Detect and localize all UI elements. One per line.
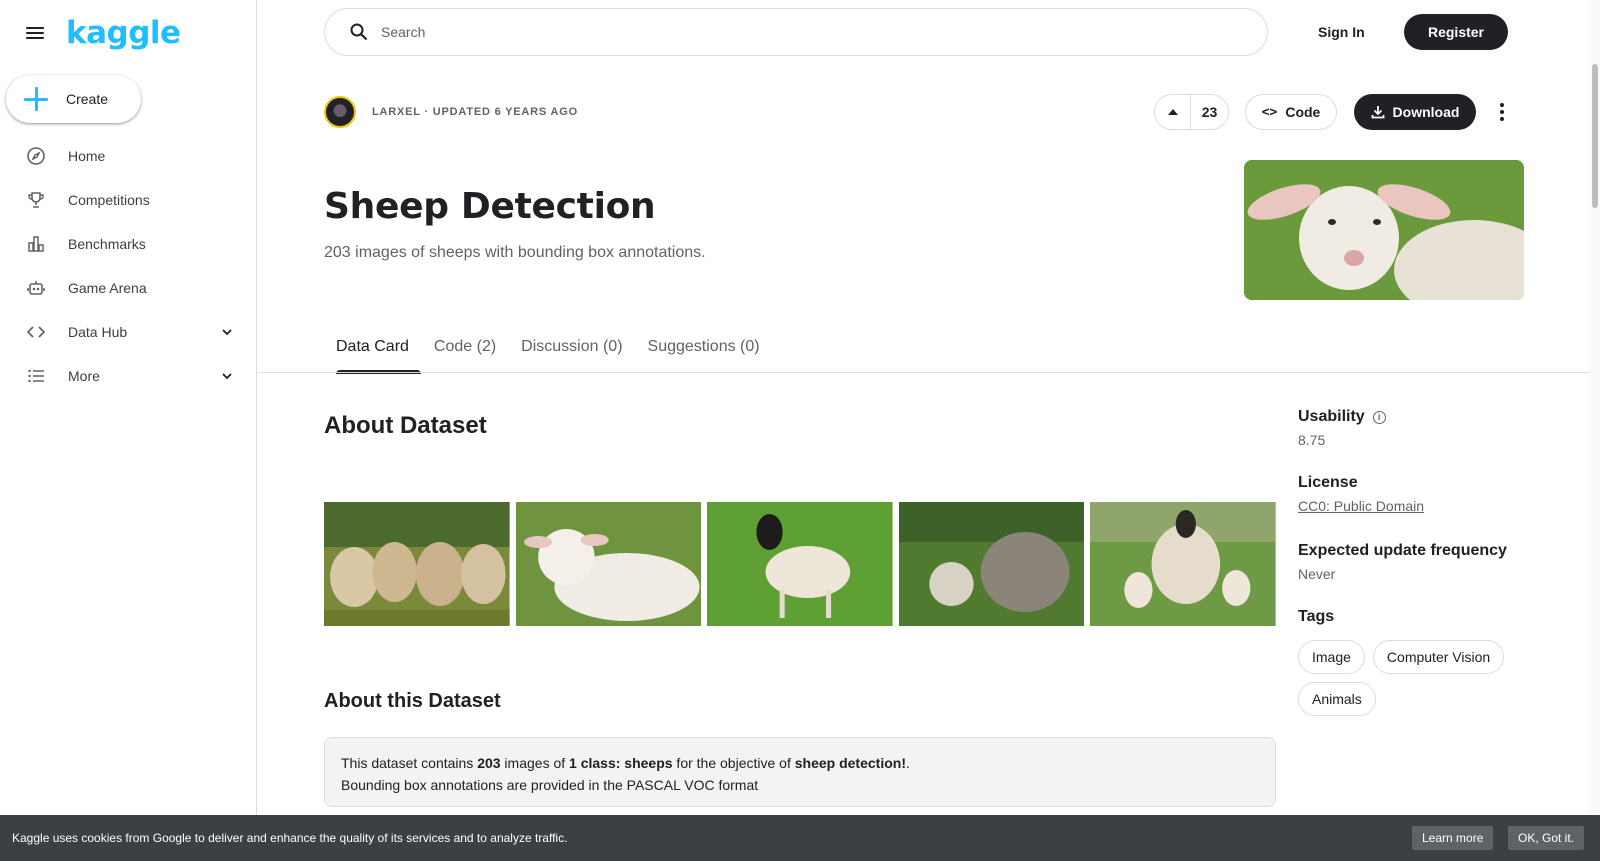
sign-in-button[interactable]: Sign In xyxy=(1300,18,1383,46)
sidebar-item-label: Competitions xyxy=(68,192,150,208)
compass-icon xyxy=(26,146,46,166)
kaggle-logo[interactable]: kaggle xyxy=(66,15,181,51)
caret-up-icon xyxy=(1167,109,1178,115)
tag-list: Image Computer Vision Animals xyxy=(1298,640,1538,716)
search-input[interactable]: Search xyxy=(324,8,1268,56)
sheep-photo xyxy=(707,502,893,626)
sidebar-item-label: Benchmarks xyxy=(68,236,146,252)
sheep-photo xyxy=(515,502,702,626)
tab-code[interactable]: Code (2) xyxy=(422,328,508,374)
more-options-icon[interactable] xyxy=(1490,98,1514,126)
image-gallery xyxy=(324,502,1276,626)
sheep-photo xyxy=(324,502,510,626)
chevron-down-icon[interactable] xyxy=(220,325,234,339)
dataset-cover-image xyxy=(1244,160,1524,300)
owner-updated-text: LARXEL · UPDATED 6 YEARS AGO xyxy=(372,106,578,118)
upvote-button[interactable] xyxy=(1155,95,1191,129)
plus-icon xyxy=(24,87,48,111)
sidebar-item-home[interactable]: Home xyxy=(0,134,256,178)
create-label: Create xyxy=(66,91,109,107)
code-button[interactable]: <> Code xyxy=(1245,94,1337,130)
sheep-photo xyxy=(1090,502,1276,626)
usability-label: Usability xyxy=(1298,408,1365,425)
code-button-label: Code xyxy=(1285,104,1321,120)
sidebar-item-label: Home xyxy=(68,148,106,164)
code-brackets-icon xyxy=(26,322,46,342)
bold-run: sheep detection! xyxy=(794,755,906,771)
info-icon[interactable]: i xyxy=(1372,410,1386,424)
code-brackets-icon: <> xyxy=(1261,104,1278,120)
tab-suggestions[interactable]: Suggestions (0) xyxy=(636,328,772,374)
description-line-2: Bounding box annotations are provided in… xyxy=(341,777,759,793)
sidebar-nav: Home Competitions Benchmarks Game Arena … xyxy=(0,134,256,398)
download-button[interactable]: Download xyxy=(1354,94,1476,130)
download-button-label: Download xyxy=(1392,104,1460,120)
license-link[interactable]: CC0: Public Domain xyxy=(1298,498,1424,514)
scrollbar-thumb[interactable] xyxy=(1592,64,1598,208)
menu-icon[interactable] xyxy=(24,25,46,41)
sidebar-item-benchmarks[interactable]: Benchmarks xyxy=(0,222,256,266)
text-run: This dataset contains xyxy=(341,755,478,771)
sidebar-item-label: Game Arena xyxy=(68,280,147,296)
description-box: This dataset contains 203 images of 1 cl… xyxy=(324,737,1276,807)
sidebar-item-data-hub[interactable]: Data Hub xyxy=(0,310,256,354)
register-button[interactable]: Register xyxy=(1404,14,1508,50)
metadata-panel: Usability i 8.75 License CC0: Public Dom… xyxy=(1298,408,1538,716)
usability-heading: Usability i xyxy=(1298,408,1538,426)
description-line-1: This dataset contains 203 images of 1 cl… xyxy=(341,752,1259,774)
sidebar-item-game-arena[interactable]: Game Arena xyxy=(0,266,256,310)
bold-run: 203 xyxy=(477,755,501,771)
text-run: . xyxy=(905,755,910,771)
cookie-accept-button[interactable]: OK, Got it. xyxy=(1508,826,1585,850)
text-run: images of xyxy=(500,755,570,771)
cookie-text: Kaggle uses cookies from Google to deliv… xyxy=(12,831,568,845)
sidebar: kaggle Create Home Competitions Benchmar… xyxy=(0,0,257,861)
upvote-widget: 23 xyxy=(1154,94,1229,130)
tag-chip[interactable]: Animals xyxy=(1298,682,1376,716)
license-heading: License xyxy=(1298,474,1358,491)
avatar[interactable] xyxy=(324,96,356,128)
about-this-dataset-heading: About this Dataset xyxy=(324,690,501,712)
page-title: Sheep Detection xyxy=(324,186,656,227)
trophy-icon xyxy=(26,190,46,210)
bar-chart-icon xyxy=(26,234,46,254)
tab-divider xyxy=(257,372,1589,373)
update-frequency-heading: Expected update frequency xyxy=(1298,542,1507,559)
about-dataset-heading: About Dataset xyxy=(324,412,487,439)
sidebar-item-label: Data Hub xyxy=(68,324,128,340)
search-icon xyxy=(350,23,368,41)
tag-chip[interactable]: Computer Vision xyxy=(1372,640,1505,674)
bold-run: 1 class: sheeps xyxy=(569,755,673,771)
sidebar-item-more[interactable]: More xyxy=(0,354,256,398)
download-icon xyxy=(1371,106,1384,119)
update-frequency-value: Never xyxy=(1298,566,1336,582)
text-run: for the objective of xyxy=(672,755,795,771)
create-button[interactable]: Create xyxy=(6,75,141,123)
tags-heading: Tags xyxy=(1298,608,1335,625)
search-placeholder: Search xyxy=(381,24,426,40)
page-subtitle: 203 images of sheeps with bounding box a… xyxy=(324,244,706,261)
list-icon xyxy=(26,366,46,386)
sidebar-header: kaggle xyxy=(24,15,181,51)
learn-more-button[interactable]: Learn more xyxy=(1412,826,1494,850)
sidebar-item-competitions[interactable]: Competitions xyxy=(0,178,256,222)
sheep-photo xyxy=(898,502,1085,626)
tab-data-card[interactable]: Data Card xyxy=(324,328,421,374)
tab-bar: Data Card Code (2) Discussion (0) Sugges… xyxy=(324,328,773,374)
usability-value: 8.75 xyxy=(1298,432,1326,448)
vote-count: 23 xyxy=(1201,104,1218,120)
sidebar-item-label: More xyxy=(68,368,100,384)
cookie-banner: Kaggle uses cookies from Google to deliv… xyxy=(0,815,1600,861)
tag-chip[interactable]: Image xyxy=(1298,640,1365,674)
tab-discussion[interactable]: Discussion (0) xyxy=(509,328,634,374)
chevron-down-icon[interactable] xyxy=(220,369,234,383)
robot-icon xyxy=(26,278,46,298)
